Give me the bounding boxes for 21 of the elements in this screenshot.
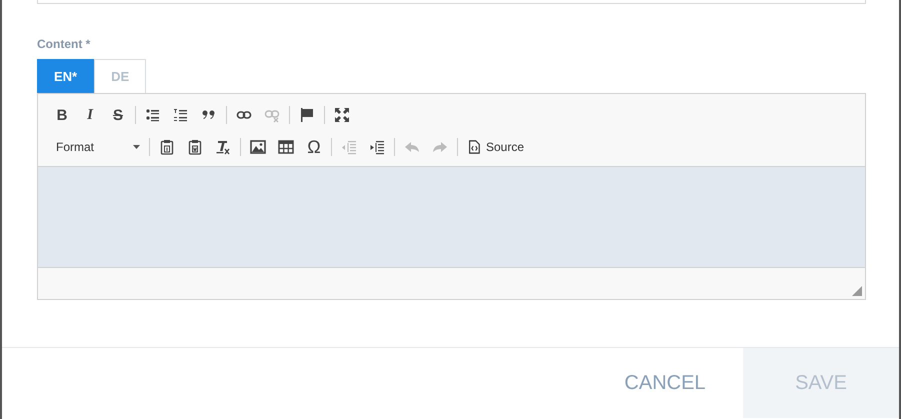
maximize-icon[interactable] [334,107,350,123]
indent-icon[interactable] [369,139,385,155]
table-icon[interactable] [278,139,294,155]
resize-grip-icon[interactable] [852,286,862,296]
paste-word-icon[interactable] [187,139,203,155]
format-dropdown[interactable]: Format [48,140,146,154]
source-button[interactable]: Source [461,135,530,159]
italic-button[interactable]: I [76,103,104,127]
language-tab[interactable]: EN* [37,59,94,93]
clear-format-icon[interactable] [215,139,231,155]
source-icon [467,140,481,154]
image-icon[interactable] [250,139,266,155]
field-label: Content * [37,37,92,53]
flag-icon[interactable] [299,107,315,123]
paste-text-icon[interactable] [159,139,175,155]
special-character-button[interactable]: Ω [300,135,328,159]
bold-button[interactable]: B [48,103,76,127]
numbered-list-icon[interactable] [173,107,189,123]
strikethrough-button[interactable]: S [104,103,132,127]
caret-icon [133,145,140,149]
bulleted-list-icon[interactable] [145,107,161,123]
